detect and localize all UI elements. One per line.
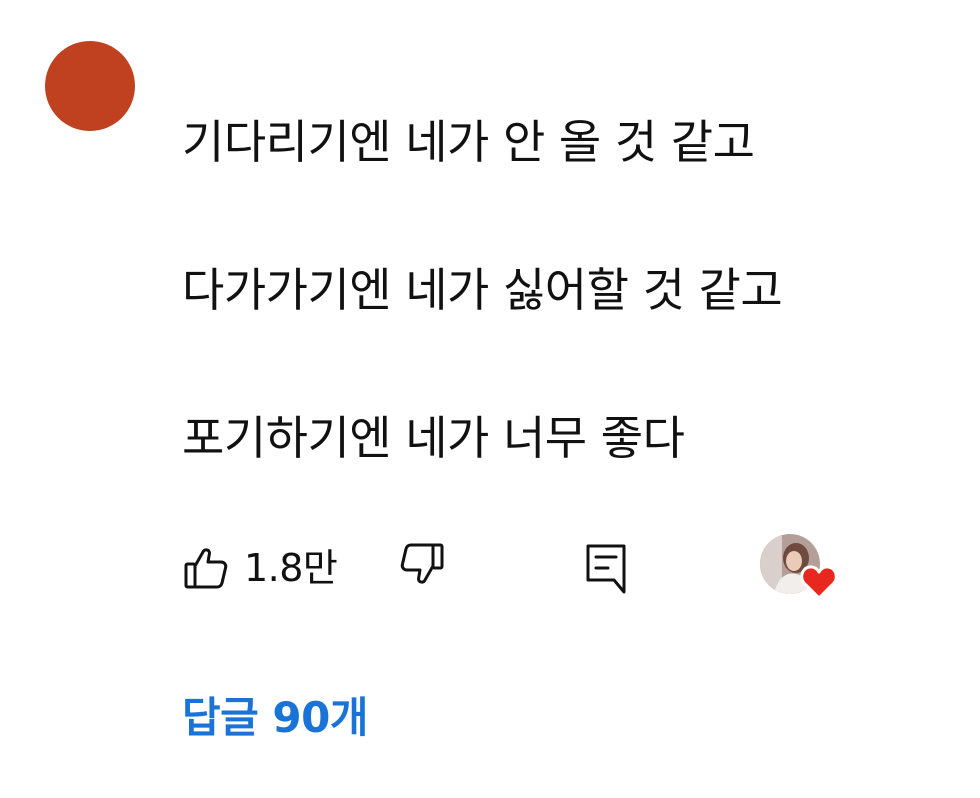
heart-icon [800, 564, 838, 604]
comment-icon [582, 544, 630, 598]
view-replies-link[interactable]: 답글 90개 [182, 690, 369, 746]
comment-text-line-3: 포기하기엔 네가 너무 좋다 [182, 411, 685, 465]
author-avatar[interactable] [45, 41, 135, 131]
reply-button[interactable] [582, 540, 638, 600]
comment-text-line-2: 다가가기엔 네가 싫어할 것 같고 [182, 263, 783, 317]
comment-text-line-1: 기다리기엔 네가 안 올 것 같고 [182, 115, 755, 169]
like-button[interactable]: 1.8만 [182, 540, 338, 596]
thumbs-down-icon [398, 543, 446, 592]
like-count: 1.8만 [244, 546, 338, 590]
creator-heart-badge [760, 532, 844, 608]
comment-action-bar: 1.8만 [0, 530, 980, 610]
dislike-button[interactable] [398, 540, 454, 596]
thumbs-up-icon [182, 544, 230, 592]
